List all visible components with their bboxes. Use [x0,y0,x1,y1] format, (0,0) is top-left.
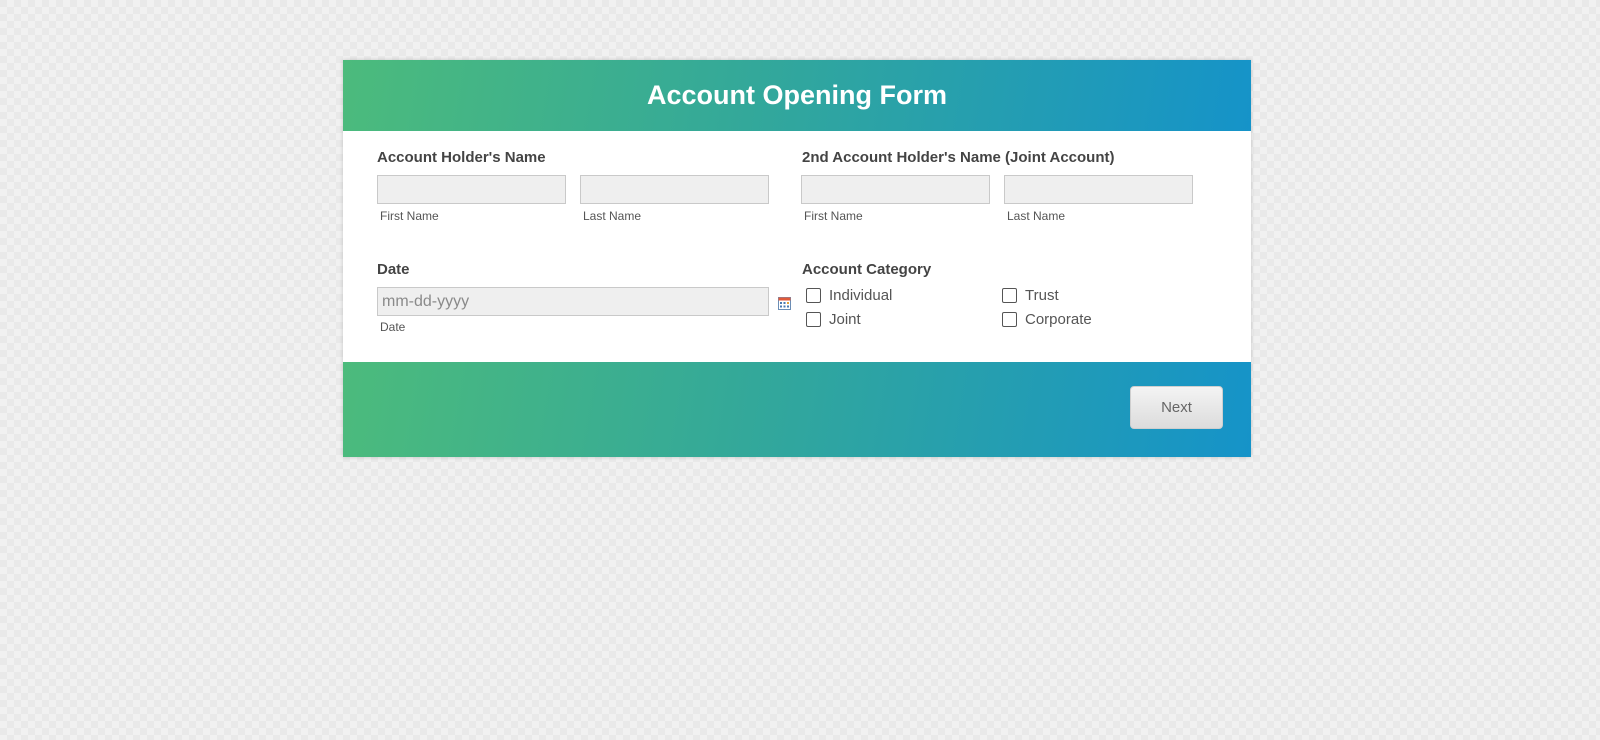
account-opening-form: Account Opening Form Account Holder's Na… [343,60,1251,457]
joint-holder-name-label: 2nd Account Holder's Name (Joint Account… [802,149,1115,166]
holder-last-name-input[interactable] [580,175,769,204]
date-input[interactable] [377,287,769,316]
joint-holder-first-name-input[interactable] [801,175,990,204]
calendar-icon[interactable] [778,297,791,310]
joint-holder-last-name-input[interactable] [1004,175,1193,204]
category-option-trust[interactable]: Trust [1002,287,1059,304]
date-sublabel: Date [380,320,406,334]
category-option-joint[interactable]: Joint [806,311,861,328]
checkbox-icon[interactable] [1002,312,1017,327]
account-category-label: Account Category [802,261,932,278]
form-title: Account Opening Form [647,80,947,110]
holder-first-name-input[interactable] [377,175,566,204]
joint-holder-last-name-sublabel: Last Name [1007,209,1066,223]
checkbox-icon[interactable] [806,288,821,303]
form-header: Account Opening Form [343,60,1251,131]
checkbox-icon[interactable] [806,312,821,327]
category-option-label: Joint [829,311,861,328]
holder-last-name-sublabel: Last Name [583,209,642,223]
checkbox-icon[interactable] [1002,288,1017,303]
form-footer: Next [343,362,1251,457]
form-body: Account Holder's Name First Name Last Na… [343,131,1251,362]
category-option-label: Trust [1025,287,1059,304]
category-option-label: Individual [829,287,893,304]
category-option-corporate[interactable]: Corporate [1002,311,1092,328]
category-option-label: Corporate [1025,311,1092,328]
category-option-individual[interactable]: Individual [806,287,892,304]
joint-holder-first-name-sublabel: First Name [804,209,863,223]
holder-name-label: Account Holder's Name [377,149,546,166]
holder-first-name-sublabel: First Name [380,209,439,223]
next-button[interactable]: Next [1130,386,1223,429]
date-label: Date [377,261,410,278]
